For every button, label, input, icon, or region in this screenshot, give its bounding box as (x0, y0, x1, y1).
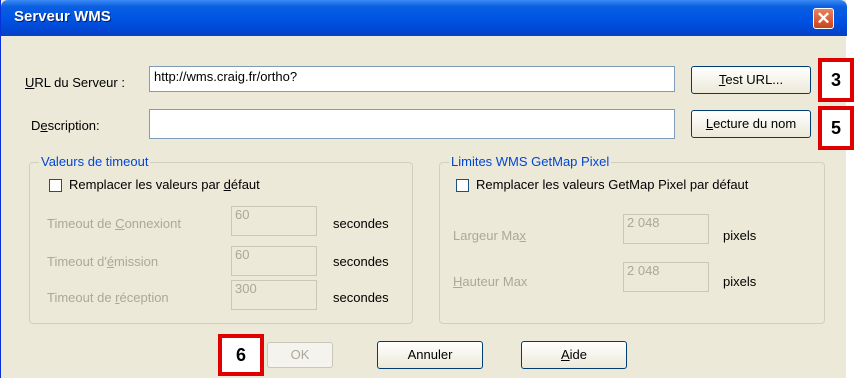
getmap-override-label: Remplacer les valeurs GetMap Pixel par d… (476, 177, 749, 192)
test-url-button[interactable]: Test URL... (691, 66, 811, 94)
url-label: URL du Serveur : (25, 75, 125, 90)
read-name-button[interactable]: Lecture du nom (691, 110, 811, 138)
timeout-group-legend: Valeurs de timeout (39, 154, 151, 169)
annotation-marker-6: 6 (218, 334, 264, 376)
max-width-unit: pixels (723, 228, 757, 243)
url-input[interactable]: http://wms.craig.fr/ortho? (149, 66, 675, 92)
dialog-title: Serveur WMS (14, 8, 111, 25)
send-timeout-label: Timeout d'émission (47, 254, 159, 269)
max-height-label: Hauteur Max (453, 274, 528, 289)
connect-timeout-label: Timeout de Connexiont (47, 216, 181, 231)
annotation-marker-3: 3 (818, 58, 854, 102)
getmap-group-legend: Limites WMS GetMap Pixel (449, 154, 612, 169)
close-icon: ✕ (816, 9, 831, 28)
help-button[interactable]: Aide (521, 341, 627, 369)
max-width-input[interactable]: 2 048 (623, 214, 709, 244)
description-input[interactable] (149, 109, 675, 139)
wms-server-dialog: Serveur WMS ✕ URL du Serveur : http://wm… (0, 0, 847, 378)
cancel-button[interactable]: Annuler (377, 341, 483, 369)
timeout-override-label: Remplacer les valeurs par défaut (69, 177, 260, 192)
receive-timeout-unit: secondes (333, 290, 389, 305)
receive-timeout-input[interactable]: 300 (231, 280, 317, 310)
max-height-input[interactable]: 2 048 (623, 262, 709, 292)
connect-timeout-unit: secondes (333, 216, 389, 231)
max-height-unit: pixels (723, 274, 757, 289)
title-bar[interactable]: Serveur WMS ✕ (1, 0, 847, 36)
max-width-label: Largeur Max (453, 228, 526, 243)
connect-timeout-input[interactable]: 60 (231, 206, 317, 236)
getmap-override-checkbox[interactable] (456, 179, 469, 192)
close-button[interactable]: ✕ (813, 8, 834, 29)
annotation-marker-5: 5 (818, 106, 854, 150)
send-timeout-input[interactable]: 60 (231, 246, 317, 276)
description-label: Description: (31, 118, 100, 133)
send-timeout-unit: secondes (333, 254, 389, 269)
receive-timeout-label: Timeout de réception (47, 290, 169, 305)
ok-button[interactable]: OK (267, 342, 333, 368)
timeout-override-checkbox[interactable] (49, 179, 62, 192)
